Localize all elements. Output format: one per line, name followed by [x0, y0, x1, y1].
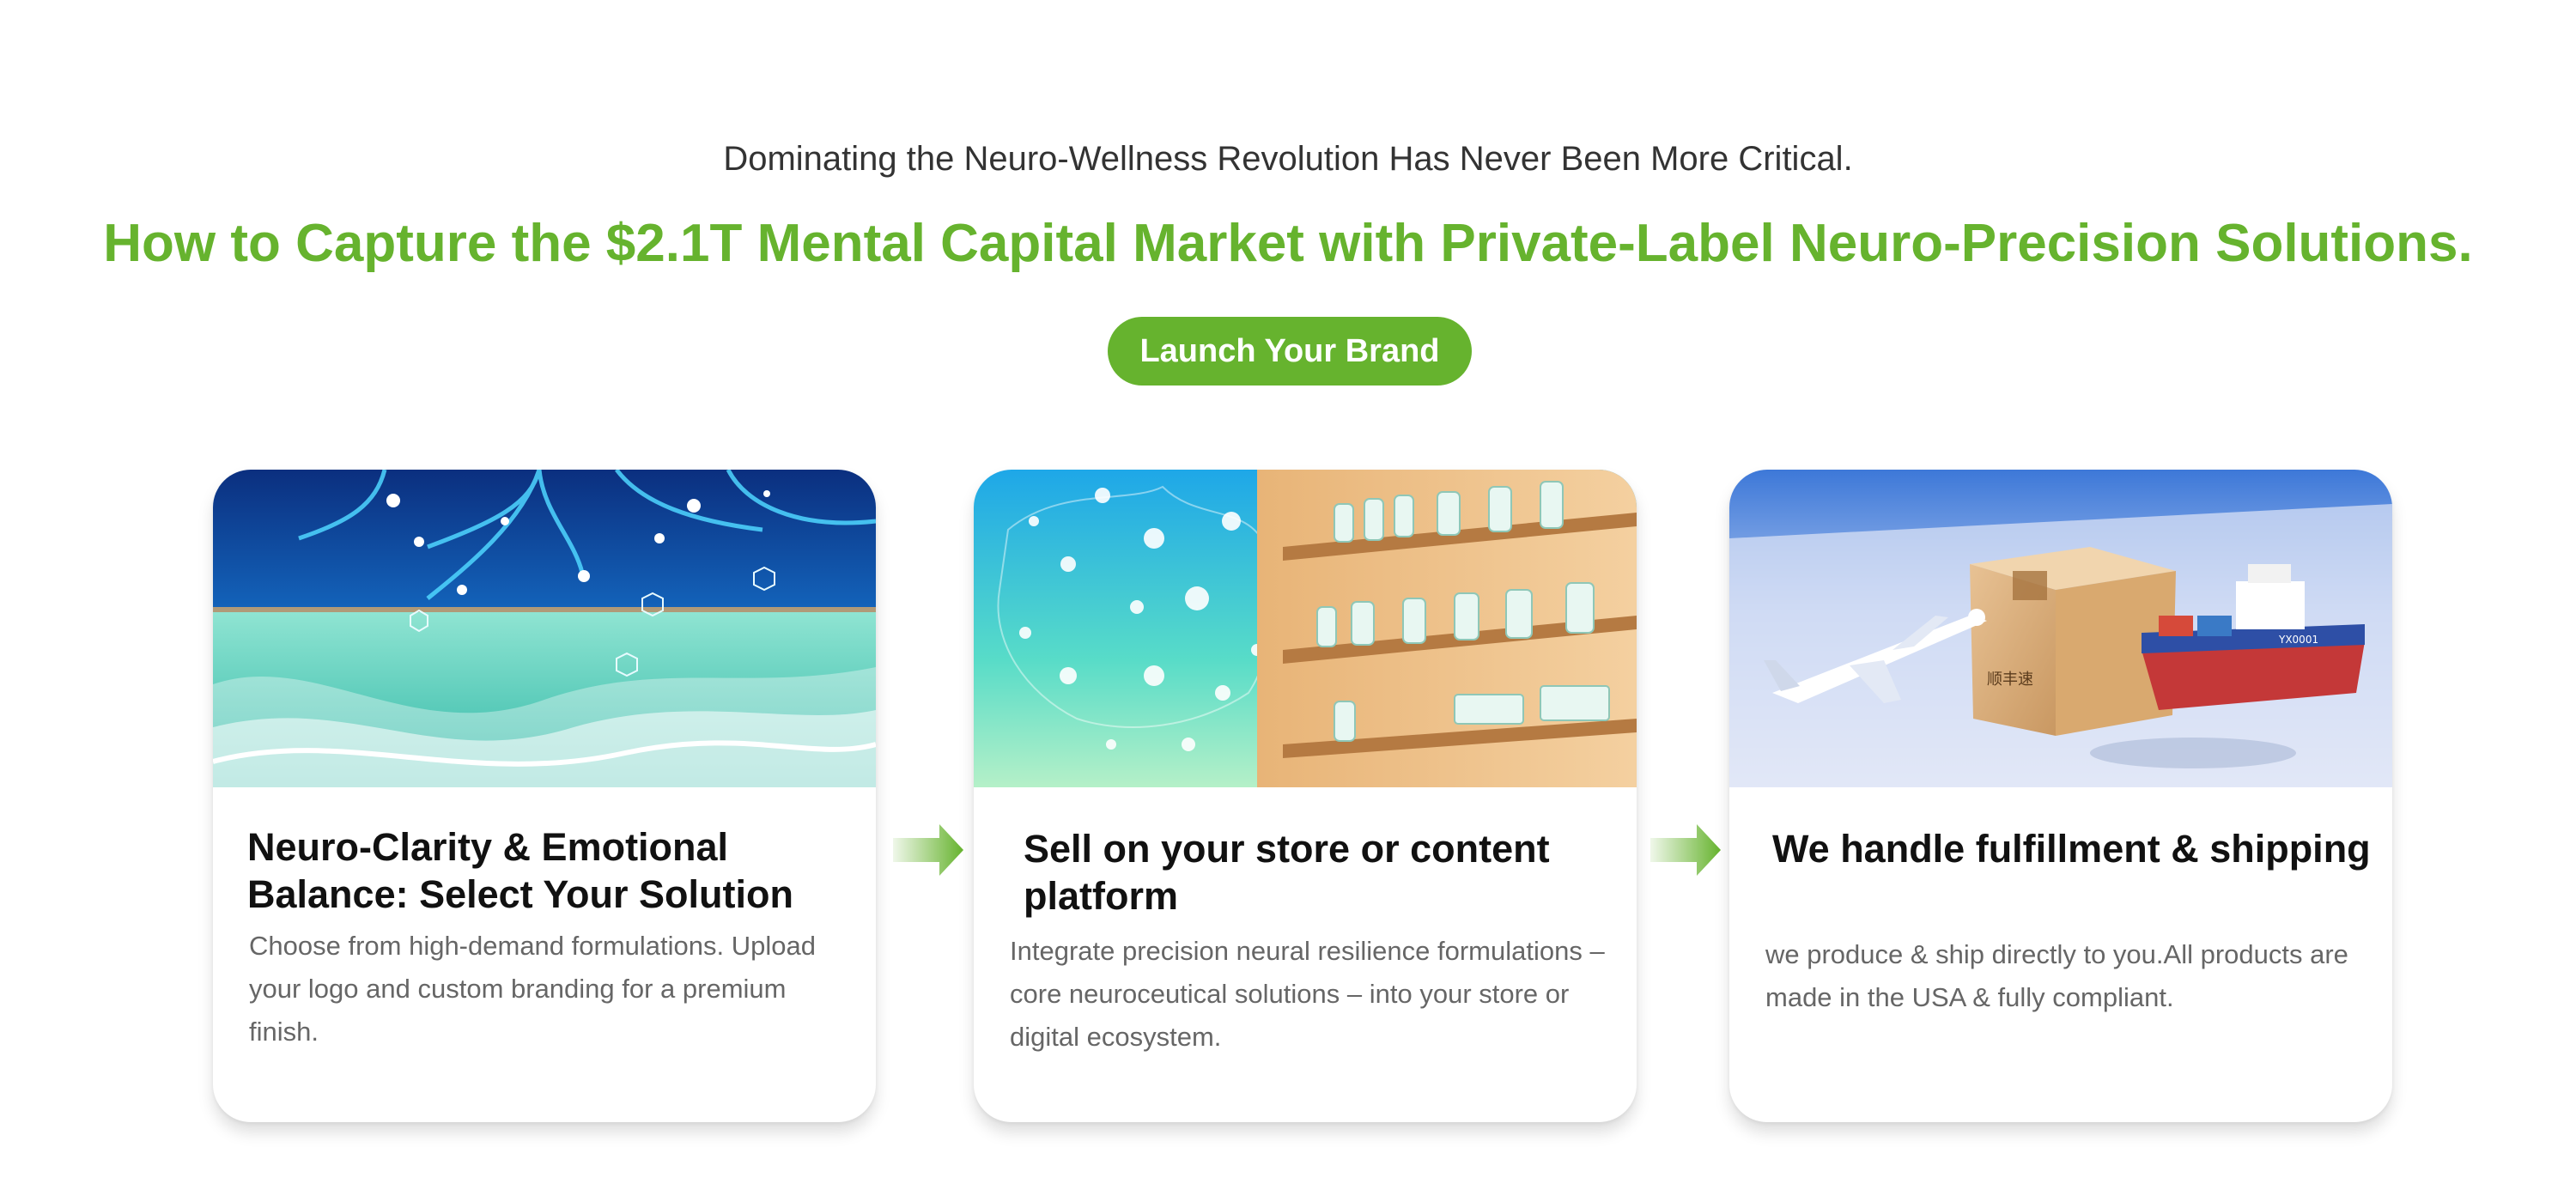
step-card-description: Integrate precision neural resilience fo…	[1010, 936, 1605, 1052]
step-card-title: Sell on your store or content platform	[1024, 827, 1550, 918]
step-card-description: Choose from high-demand formulations. Up…	[249, 931, 816, 1047]
step-card-title: We handle fulfillment & shipping	[1772, 827, 2371, 871]
step-arrow-icon	[893, 824, 963, 876]
step-arrow-icon	[1650, 824, 1721, 876]
step-card-description: we produce & ship directly to you.All pr…	[1765, 939, 2348, 1012]
retail-shelf-image	[974, 470, 1637, 787]
step-card-sell-platform: Sell on your store or content platform I…	[974, 470, 1637, 1122]
ship-label: YX0001	[2278, 634, 2318, 646]
shipping-image: 顺丰速 YX0001	[1729, 470, 2392, 787]
hero-kicker: Dominating the Neuro-Wellness Revolution…	[723, 140, 1853, 178]
step-card-select-solution: Neuro-Clarity & Emotional Balance: Selec…	[213, 470, 876, 1122]
step-card-fulfillment: 顺丰速 YX0001 We handle fulfillment & shipp…	[1729, 470, 2392, 1122]
box-label: 顺丰速	[1987, 671, 2033, 689]
step-card-title: Neuro-Clarity & Emotional Balance: Selec…	[247, 825, 793, 916]
launch-brand-button[interactable]: Launch Your Brand	[1108, 317, 1472, 386]
hero-headline: How to Capture the $2.1T Mental Capital …	[103, 214, 2473, 273]
neural-wave-image	[213, 470, 876, 787]
